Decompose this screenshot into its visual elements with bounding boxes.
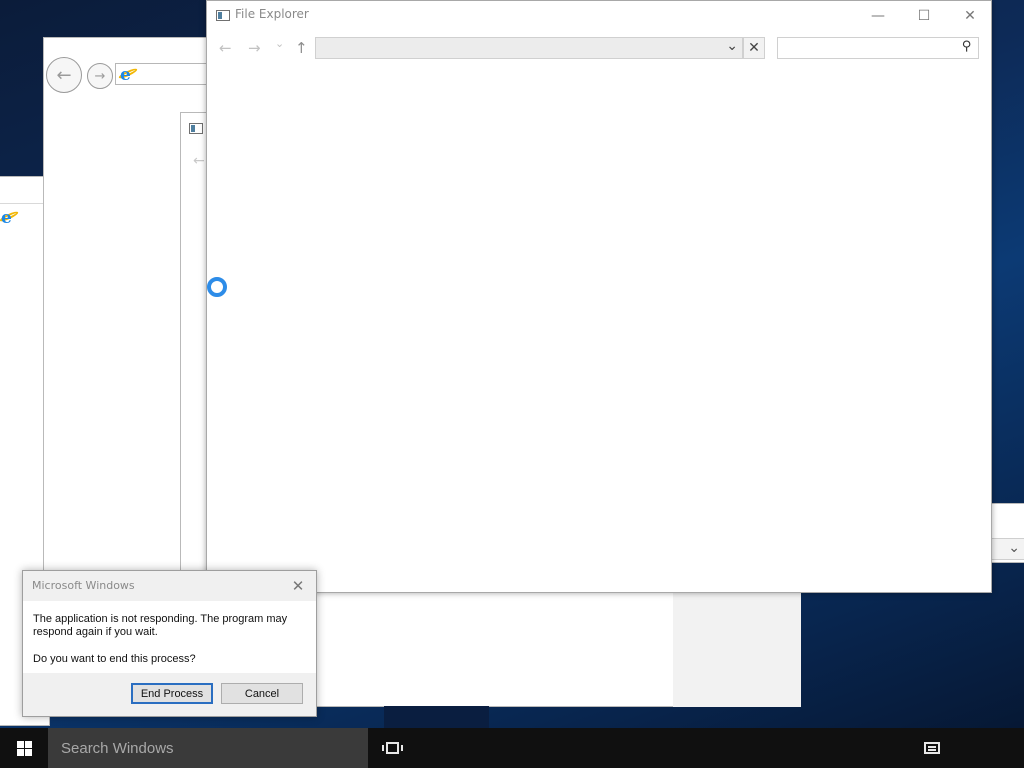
chevron-down-icon[interactable]: ⌄ bbox=[726, 38, 738, 54]
task-view-icon bbox=[381, 742, 403, 754]
close-button[interactable]: ✕ bbox=[947, 1, 993, 31]
close-icon: ✕ bbox=[748, 40, 760, 56]
close-icon: ✕ bbox=[291, 577, 305, 595]
search-icon: ⚲ bbox=[962, 39, 972, 54]
side-pane bbox=[673, 593, 801, 707]
file-explorer-window[interactable]: File Explorer — ☐ ✕ ← → ⌄ ↑ ⌄ ✕ ⚲ bbox=[206, 0, 992, 593]
internet-explorer-icon: e bbox=[0, 208, 20, 228]
taskbar: Search Windows bbox=[0, 728, 1024, 768]
taskbar-search-placeholder: Search Windows bbox=[61, 739, 174, 757]
window-app-icon bbox=[189, 123, 203, 134]
taskbar-search-box[interactable]: Search Windows bbox=[48, 728, 368, 768]
forward-button[interactable]: → bbox=[248, 39, 261, 57]
minimize-icon: — bbox=[871, 8, 885, 24]
recent-locations-button[interactable]: ⌄ bbox=[275, 37, 284, 50]
not-responding-dialog[interactable]: Microsoft Windows ✕ The application is n… bbox=[22, 570, 317, 717]
address-bar[interactable]: ⌄ bbox=[315, 37, 743, 59]
action-center-button[interactable] bbox=[914, 728, 950, 768]
back-arrow-icon: ← bbox=[56, 64, 72, 86]
up-button[interactable]: ↑ bbox=[295, 39, 308, 57]
dialog-title: Microsoft Windows bbox=[32, 579, 135, 592]
maximize-button[interactable]: ☐ bbox=[901, 1, 947, 31]
desktop: e ← → e ⌄ ← File Explorer — ☐ ✕ ← → ⌄ ↑ … bbox=[0, 0, 1024, 768]
back-arrow-icon: ← bbox=[193, 153, 205, 169]
windows-logo-icon bbox=[16, 740, 32, 756]
back-button[interactable]: ← bbox=[219, 39, 232, 57]
task-view-button[interactable] bbox=[372, 728, 412, 768]
file-explorer-app-icon bbox=[216, 10, 230, 21]
address-clear-button[interactable]: ✕ bbox=[743, 37, 765, 59]
dialog-question: Do you want to end this process? bbox=[33, 653, 196, 665]
background-window-sliver bbox=[384, 706, 489, 728]
search-input[interactable]: ⚲ bbox=[777, 37, 979, 59]
minimize-button[interactable]: — bbox=[855, 1, 901, 31]
close-icon: ✕ bbox=[964, 8, 976, 24]
maximize-icon: ☐ bbox=[917, 8, 931, 24]
internet-explorer-icon: e bbox=[117, 65, 139, 85]
notification-icon bbox=[924, 742, 940, 754]
forward-arrow-icon: → bbox=[94, 68, 106, 84]
dialog-close-button[interactable]: ✕ bbox=[286, 575, 310, 597]
window-title: File Explorer bbox=[235, 7, 309, 21]
dialog-message: The application is not responding. The p… bbox=[33, 613, 288, 638]
start-button[interactable] bbox=[0, 728, 48, 768]
back-button[interactable]: ← bbox=[46, 57, 82, 93]
busy-spinner-icon bbox=[207, 277, 227, 297]
forward-button[interactable]: → bbox=[87, 63, 113, 89]
chevron-down-icon: ⌄ bbox=[1008, 540, 1020, 556]
cancel-button[interactable]: Cancel bbox=[221, 683, 303, 704]
end-process-button[interactable]: End Process bbox=[131, 683, 213, 704]
